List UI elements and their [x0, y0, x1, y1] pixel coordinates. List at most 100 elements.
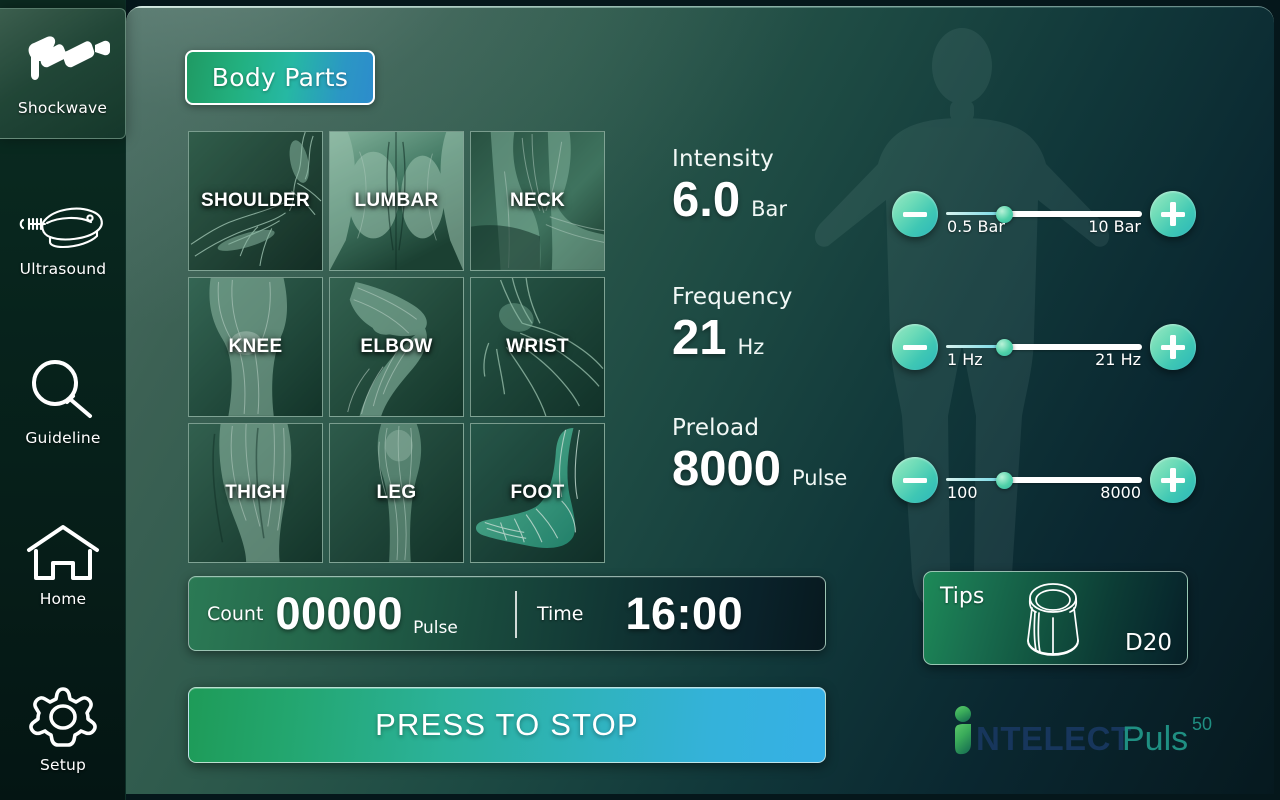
intensity-slider-track[interactable]: 0.5 Bar 10 Bar: [946, 197, 1142, 236]
body-part-label: FOOT: [510, 482, 565, 503]
intensity-decrease-button[interactable]: [892, 191, 938, 237]
tips-panel[interactable]: Tips D20: [923, 571, 1188, 665]
sidebar-item-shockwave[interactable]: Shockwave: [0, 8, 126, 139]
parameter-frequency: Frequency 21 Hz: [672, 284, 793, 364]
plus-icon: [1161, 202, 1185, 226]
shockwave-handpiece-icon: [15, 31, 111, 97]
transmitter-tip-icon: [1012, 578, 1094, 666]
parameter-value: 8000: [672, 442, 782, 496]
body-part-label: ELBOW: [360, 336, 433, 357]
minus-icon: [903, 202, 927, 226]
sidebar-item-setup[interactable]: Setup: [0, 676, 126, 782]
press-to-stop-label: PRESS TO STOP: [375, 707, 639, 742]
logo-brand-text: NTELECT: [976, 720, 1132, 757]
body-part-label: LEG: [376, 482, 417, 503]
body-parts-grid: SHOULDER LUMBAR NECK KNEE ELBOW WRIST TH…: [188, 131, 605, 563]
body-part-tile-knee[interactable]: KNEE: [188, 277, 323, 417]
preload-slider-max-label: 8000: [1100, 483, 1141, 502]
preload-decrease-button[interactable]: [892, 457, 938, 503]
intensity-slider-remainder: [1004, 210, 1142, 217]
time-group: Time 16:00: [537, 577, 743, 650]
time-value: 16:00: [625, 587, 744, 639]
body-part-tile-thigh[interactable]: THIGH: [188, 423, 323, 563]
plus-icon: [1161, 468, 1185, 492]
preload-increase-button[interactable]: [1150, 457, 1196, 503]
count-value: 00000: [275, 587, 404, 639]
body-part-tile-leg[interactable]: LEG: [329, 423, 464, 563]
logo-product-text: Puls: [1122, 720, 1188, 758]
body-part-tile-wrist[interactable]: WRIST: [470, 277, 605, 417]
body-part-tile-lumbar[interactable]: LUMBAR: [329, 131, 464, 271]
frequency-slider-min-label: 1 Hz: [947, 350, 983, 369]
count-unit: Pulse: [413, 618, 458, 638]
main-panel: Body Parts SHOULDER LUMBAR NECK KNEE ELB…: [126, 6, 1274, 794]
body-part-label: WRIST: [506, 336, 569, 357]
parameter-unit: Bar: [751, 197, 788, 221]
count-label: Count: [207, 602, 264, 625]
body-part-tile-shoulder[interactable]: SHOULDER: [188, 131, 323, 271]
press-to-stop-button[interactable]: PRESS TO STOP: [188, 687, 826, 763]
intensity-slider-min-label: 0.5 Bar: [947, 217, 1005, 236]
logo-leaf-dot: [955, 706, 971, 755]
frequency-slider-thumb[interactable]: [996, 339, 1014, 356]
tips-label: Tips: [940, 584, 985, 609]
counter-divider: [515, 591, 517, 638]
parameter-label: Preload: [672, 415, 760, 441]
app-root: Shockwave Ultrasound Guideline Home Setu…: [0, 0, 1280, 800]
body-part-label: LUMBAR: [354, 190, 439, 211]
sidebar-item-label: Shockwave: [17, 98, 108, 117]
frequency-slider-remainder: [1004, 343, 1142, 350]
tips-code: D20: [1125, 630, 1172, 656]
minus-icon: [903, 468, 927, 492]
preload-slider-thumb[interactable]: [996, 472, 1014, 489]
preload-slider-track[interactable]: 100 8000: [946, 463, 1142, 502]
parameter-value: 6.0: [672, 173, 741, 227]
sidebar-item-label: Guideline: [25, 429, 101, 447]
tab-body-parts[interactable]: Body Parts: [185, 50, 375, 105]
intensity-slider-group: 0.5 Bar 10 Bar: [892, 191, 1196, 237]
frequency-slider-group: 1 Hz 21 Hz: [892, 324, 1196, 370]
tab-body-parts-label: Body Parts: [211, 63, 349, 92]
parameter-value: 21: [672, 311, 727, 365]
body-part-tile-neck[interactable]: NECK: [470, 131, 605, 271]
minus-icon: [903, 335, 927, 359]
sidebar-item-home[interactable]: Home: [0, 512, 126, 618]
frequency-increase-button[interactable]: [1150, 324, 1196, 370]
parameter-label: Intensity: [672, 146, 774, 172]
ultrasound-probe-icon: [17, 198, 109, 258]
parameter-unit: Hz: [737, 335, 765, 359]
logo-superscript: 50: [1192, 714, 1212, 734]
parameter-preload: Preload 8000 Pulse: [672, 415, 847, 495]
counter-bar: Count 00000 Pulse Time 16:00: [188, 576, 826, 651]
magnifier-icon: [24, 357, 102, 427]
gear-icon: [26, 684, 100, 754]
sidebar-item-ultrasound[interactable]: Ultrasound: [0, 182, 126, 294]
intensity-slider-max-label: 10 Bar: [1088, 217, 1141, 236]
sidebar-item-label: Home: [39, 590, 87, 608]
frequency-slider-track[interactable]: 1 Hz 21 Hz: [946, 330, 1142, 369]
body-part-label: SHOULDER: [200, 190, 310, 211]
home-icon: [23, 522, 103, 588]
sidebar-item-guideline[interactable]: Guideline: [0, 348, 126, 456]
sidebar-item-label: Ultrasound: [19, 260, 107, 278]
parameter-unit: Pulse: [792, 466, 848, 490]
body-part-tile-foot[interactable]: FOOT: [470, 423, 605, 563]
body-part-label: KNEE: [228, 336, 283, 357]
brand-logo: NTELECT Puls 50: [950, 704, 1218, 762]
body-part-label: NECK: [509, 190, 566, 211]
count-group: Count 00000 Pulse: [189, 577, 458, 650]
parameter-intensity: Intensity 6.0 Bar: [672, 146, 787, 226]
preload-slider-min-label: 100: [947, 483, 978, 502]
body-part-label: THIGH: [225, 482, 286, 503]
sidebar-item-label: Setup: [39, 756, 87, 774]
sidebar: Shockwave Ultrasound Guideline Home Setu…: [0, 0, 126, 800]
body-part-tile-elbow[interactable]: ELBOW: [329, 277, 464, 417]
intensity-increase-button[interactable]: [1150, 191, 1196, 237]
preload-slider-group: 100 8000: [892, 457, 1196, 503]
frequency-slider-max-label: 21 Hz: [1095, 350, 1141, 369]
preload-slider-remainder: [1004, 476, 1142, 483]
parameter-label: Frequency: [672, 284, 793, 310]
frequency-decrease-button[interactable]: [892, 324, 938, 370]
plus-icon: [1161, 335, 1185, 359]
time-label: Time: [537, 602, 584, 625]
